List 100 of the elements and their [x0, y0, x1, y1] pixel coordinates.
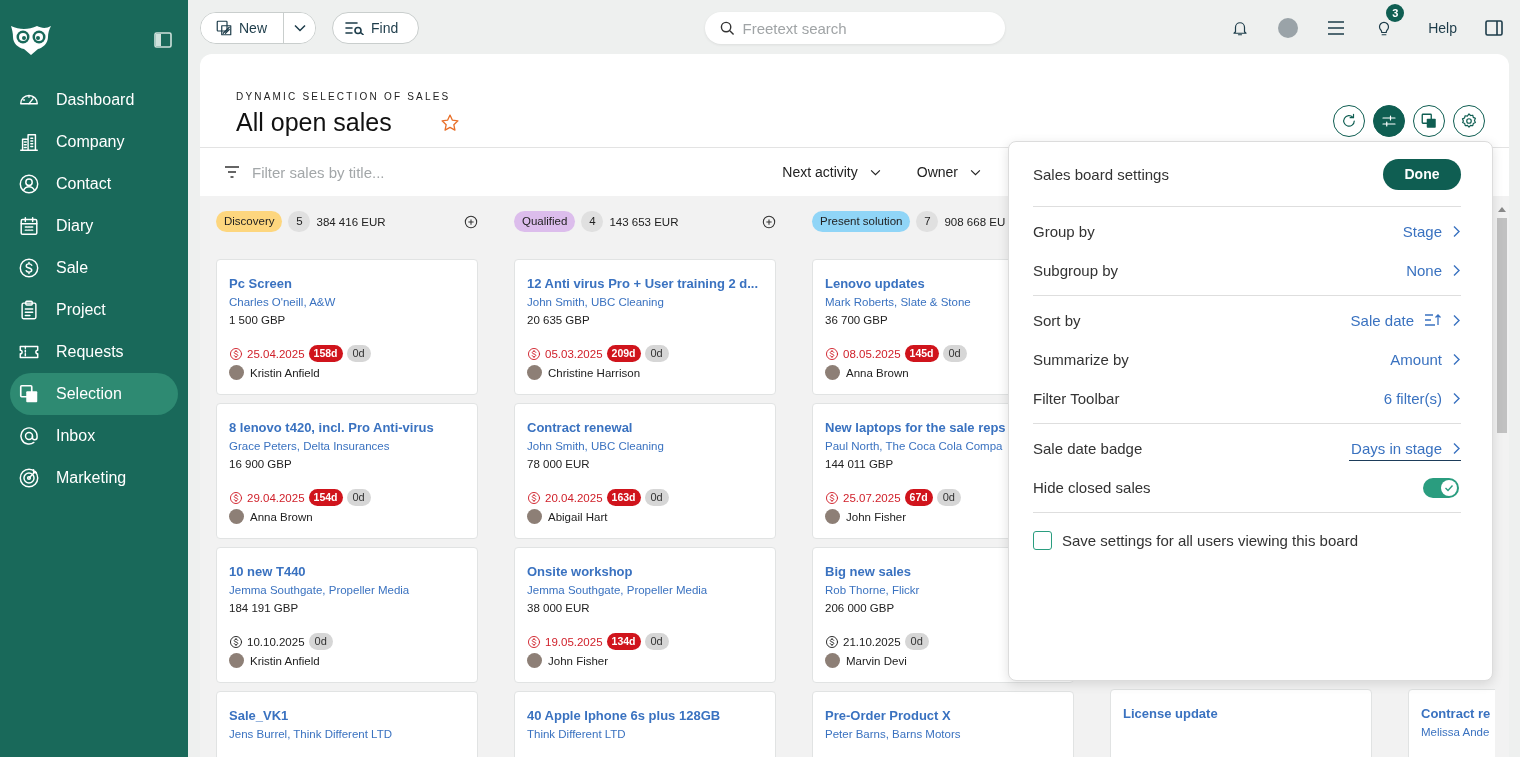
sale-title-link[interactable]: Onsite workshop [527, 562, 633, 581]
sale-title-link[interactable]: Contract re [1421, 704, 1491, 723]
sale-card[interactable]: 8 lenovo t420, incl. Pro Anti-virus Grace Peters, Delta Insurances 16 900 GBP 29.04.2025 154d 0d Anna Brown [216, 403, 478, 539]
filter-dropdown[interactable]: Owner [916, 164, 981, 180]
contact-link[interactable]: John Smith, UBC Cleaning [527, 293, 664, 311]
chevron-right-icon [1452, 391, 1461, 405]
toggle-switch[interactable] [1423, 477, 1459, 498]
sale-date: 05.03.2025 [545, 347, 603, 360]
target-icon [18, 467, 40, 489]
sidebar-collapse-icon[interactable] [154, 31, 172, 48]
new-button[interactable]: New [201, 13, 284, 43]
sale-title-link[interactable]: 40 Apple Iphone 6s plus 128GB [527, 706, 721, 725]
side-panel-icon[interactable] [1485, 20, 1503, 36]
sale-card[interactable]: License update [1110, 689, 1372, 757]
sale-card[interactable]: Sale_VK1 Jens Burrel, Think Different LTD [216, 691, 478, 757]
sale-title-link[interactable]: New laptops for the sale reps [825, 418, 1006, 437]
nav-item[interactable]: Inbox [10, 415, 178, 457]
sale-title-link[interactable]: Pc Screen [229, 274, 292, 293]
days-badge: 0d [942, 345, 967, 362]
sort-ascending-icon [1424, 313, 1442, 327]
checkbox[interactable] [1033, 531, 1052, 550]
nav-item[interactable]: Diary [10, 205, 178, 247]
nav-item[interactable]: Contact [10, 163, 178, 205]
overlapping-squares-icon [18, 383, 40, 405]
contact-link[interactable]: Melissa Ande [1421, 723, 1490, 741]
sale-title-link[interactable]: 12 Anti virus Pro + User training 2 d... [527, 274, 759, 293]
sale-title-link[interactable]: Lenovo updates [825, 274, 925, 293]
search-field[interactable]: Freetext search [704, 12, 1005, 44]
contact-link[interactable]: Rob Thorne, Flickr [825, 581, 920, 599]
add-circle-icon[interactable] [762, 214, 776, 229]
new-document-icon [215, 19, 233, 37]
setting-value-link[interactable]: Amount [1388, 347, 1461, 372]
sale-title-link[interactable]: Pre-Order Product X [825, 706, 951, 725]
find-button[interactable]: Find [332, 12, 420, 44]
sale-date: 08.05.2025 [843, 347, 901, 360]
setting-value-link[interactable]: Stage [1400, 219, 1461, 244]
setting-value-link[interactable]: None [1404, 258, 1461, 283]
help-link[interactable]: Help [1428, 20, 1457, 36]
nav-item[interactable]: Requests [10, 331, 178, 373]
sale-amount: 144 011 GBP [825, 457, 894, 472]
nav-item[interactable]: Dashboard [10, 79, 178, 121]
add-circle-icon[interactable] [464, 214, 478, 229]
avatar [825, 509, 840, 524]
nav-item[interactable]: Sale [10, 247, 178, 289]
toolbar-button[interactable] [1453, 105, 1485, 137]
contact-link[interactable]: Jemma Southgate, Propeller Media [527, 581, 708, 599]
contact-link[interactable]: Charles O'neill, A&W [229, 293, 336, 311]
contact-link[interactable]: John Smith, UBC Cleaning [527, 437, 664, 455]
contact-link[interactable]: Mark Roberts, Slate & Stone [825, 293, 971, 311]
done-button[interactable]: Done [1383, 158, 1461, 190]
menu-icon[interactable] [1327, 20, 1346, 36]
nav-item[interactable]: Marketing [10, 457, 178, 499]
contact-link[interactable]: Think Different LTD [527, 725, 626, 743]
setting-value-link[interactable]: Days in stage [1349, 436, 1461, 461]
contact-link[interactable]: Grace Peters, Delta Insurances [229, 437, 390, 455]
sale-card[interactable]: Pc Screen Charles O'neill, A&W 1 500 GBP 25.04.2025 158d 0d Kristin Anfield [216, 259, 478, 395]
sale-title-link[interactable]: Big new sales [825, 562, 911, 581]
sale-card[interactable]: Contract re Melissa Ande [1408, 689, 1495, 757]
toolbar-button[interactable] [1333, 105, 1365, 137]
setting-value-link[interactable]: Sale date [1348, 308, 1461, 333]
sale-title-link[interactable]: License update [1123, 704, 1218, 723]
sale-card[interactable]: 40 Apple Iphone 6s plus 128GB Think Different LTD [514, 691, 776, 757]
sale-card[interactable]: Contract renewal John Smith, UBC Cleaning 78 000 EUR 20.04.2025 163d 0d Abigail Hart [514, 403, 776, 539]
at-sign-icon [18, 425, 40, 447]
stage-age-badge: 134d [606, 633, 641, 650]
sale-title-link[interactable]: 8 lenovo t420, incl. Pro Anti-virus [229, 418, 434, 437]
chevron-right-icon [1452, 263, 1461, 277]
caret-icon [293, 24, 306, 32]
filter-dropdown[interactable]: Next activity [782, 164, 881, 180]
sale-card[interactable]: Pre-Order Product X Peter Barns, Barns Motors [812, 691, 1074, 757]
list-search-icon [345, 21, 365, 35]
sale-title-link[interactable]: 10 new T440 [229, 562, 306, 581]
scroll-up-arrow-icon[interactable] [1498, 207, 1506, 212]
nav-item[interactable]: Selection [10, 373, 178, 415]
sale-card[interactable]: 10 new T440 Jemma Southgate, Propeller Media 184 191 GBP 10.10.2025 0d Kristin Anfield [216, 547, 478, 683]
toolbar-button[interactable] [1413, 105, 1445, 137]
contact-link[interactable]: Jemma Southgate, Propeller Media [229, 581, 410, 599]
setting-value-link[interactable]: 6 filter(s) [1381, 386, 1461, 411]
sale-card[interactable]: Onsite workshop Jemma Southgate, Propeller Media 38 000 EUR 19.05.2025 134d 0d John Fisher [514, 547, 776, 683]
nav-item[interactable]: Company [10, 121, 178, 163]
toolbar-button[interactable] [1373, 105, 1405, 137]
contact-link[interactable]: Paul North, The Coca Cola Compa [825, 437, 1003, 455]
sale-title-link[interactable]: Sale_VK1 [229, 706, 289, 725]
person-circle-icon [18, 173, 40, 195]
sale-title-link[interactable]: Contract renewal [527, 418, 633, 437]
scrollbar-thumb[interactable] [1497, 218, 1507, 433]
contact-link[interactable]: Jens Burrel, Think Different LTD [229, 725, 392, 743]
calendar-icon [18, 215, 40, 237]
nav-item[interactable]: Project [10, 289, 178, 331]
sale-card[interactable]: 12 Anti virus Pro + User training 2 d... John Smith, UBC Cleaning 20 635 GBP 05.03.2025 209d 0d Christine Harrison [514, 259, 776, 395]
avatar [527, 653, 542, 668]
stage-age-badge: 67d [904, 489, 933, 506]
sale-amount: 1 500 GBP [229, 313, 286, 328]
filter-field[interactable]: Filter sales by title... [250, 162, 747, 182]
count-badge: 4 [581, 211, 604, 232]
avatar [229, 509, 244, 524]
notification-count-badge: 3 [1386, 4, 1405, 22]
star-icon[interactable] [439, 112, 460, 133]
column-total: 143 653 EUR [609, 215, 679, 228]
contact-link[interactable]: Peter Barns, Barns Motors [825, 725, 961, 743]
